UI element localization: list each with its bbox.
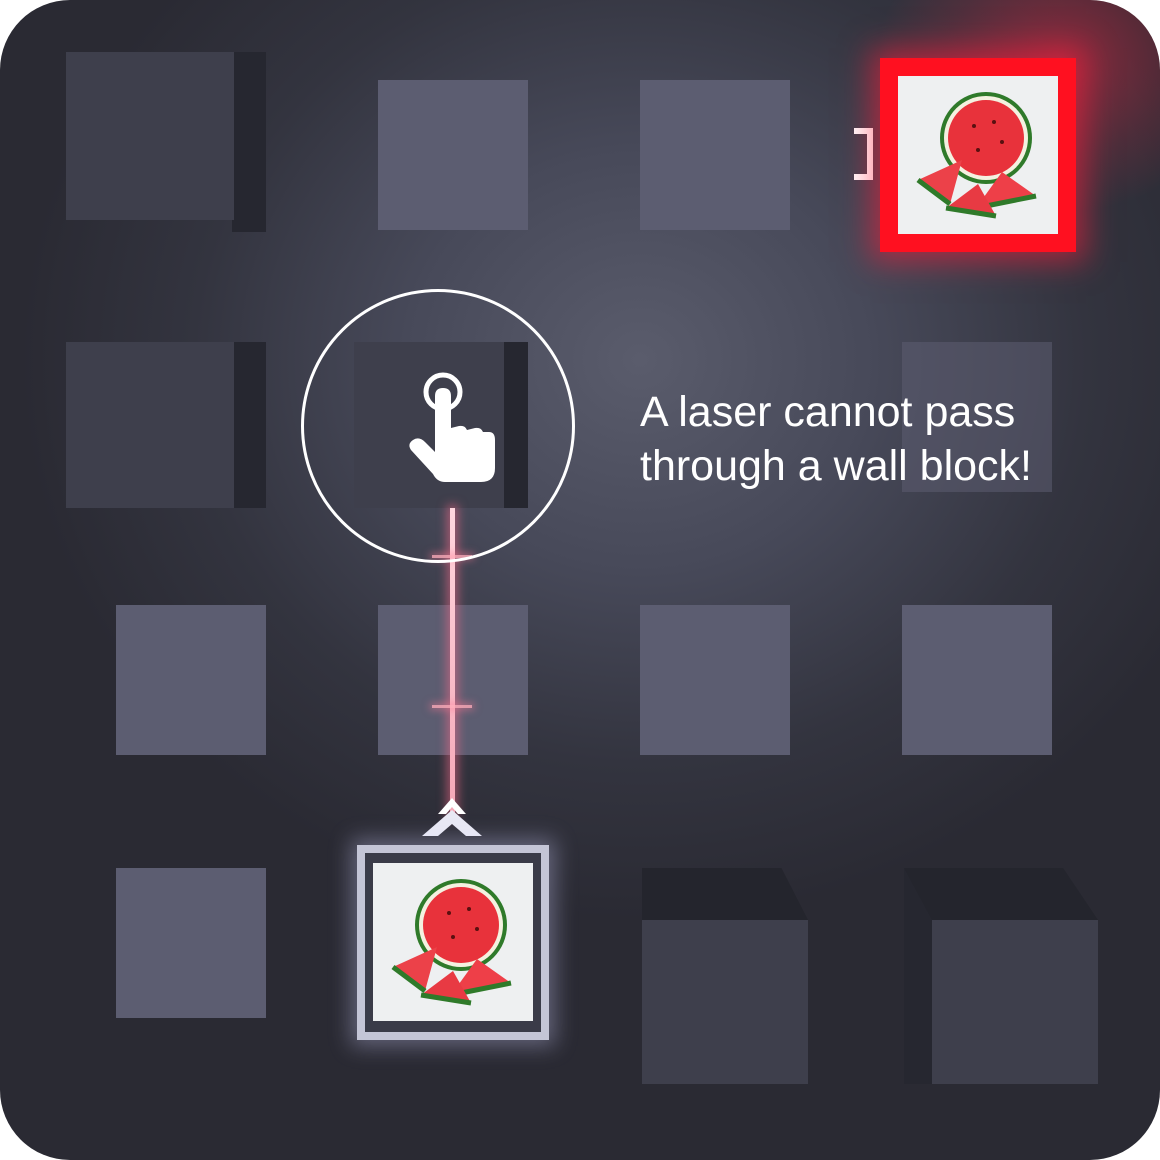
floor-tile[interactable] bbox=[640, 80, 790, 230]
floor-tile[interactable] bbox=[378, 80, 528, 230]
pointing-hand-icon bbox=[409, 372, 495, 482]
target-frame[interactable] bbox=[880, 58, 1076, 252]
floor-tile[interactable] bbox=[902, 605, 1052, 755]
floor-tile[interactable] bbox=[116, 868, 266, 1018]
watermelon-icon bbox=[898, 76, 1058, 234]
wall-block[interactable] bbox=[642, 868, 808, 1084]
hint-message: A laser cannot pass through a wall block… bbox=[640, 385, 1140, 493]
wall-block[interactable] bbox=[66, 52, 266, 232]
laser-spark bbox=[432, 705, 472, 708]
wall-block[interactable] bbox=[904, 868, 1098, 1084]
game-board: A laser cannot pass through a wall block… bbox=[0, 0, 1160, 1160]
floor-tile[interactable] bbox=[640, 605, 790, 755]
wall-block[interactable] bbox=[66, 342, 266, 508]
hint-line-1: A laser cannot pass bbox=[640, 388, 1016, 436]
source-frame[interactable] bbox=[357, 845, 549, 1040]
hint-line-2: through a wall block! bbox=[640, 442, 1032, 490]
chevron-up-icon bbox=[422, 798, 482, 836]
floor-tile[interactable] bbox=[116, 605, 266, 755]
bracket-icon bbox=[854, 128, 873, 180]
watermelon-icon bbox=[373, 863, 533, 1021]
